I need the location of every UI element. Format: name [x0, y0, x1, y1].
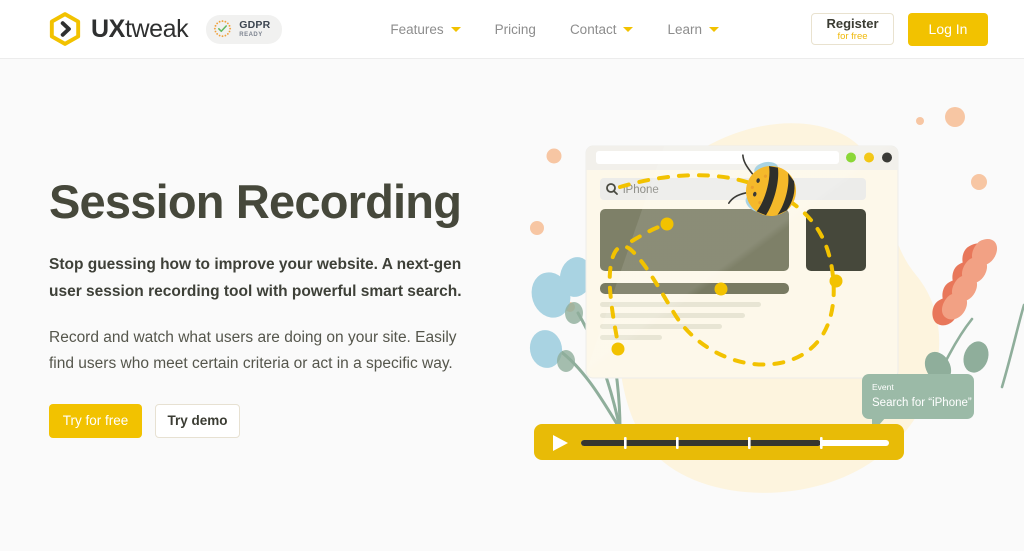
register-button[interactable]: Register for free	[811, 13, 894, 45]
brand-bold: UX	[91, 14, 125, 43]
try-for-free-button[interactable]: Try for free	[49, 403, 142, 438]
chevron-down-icon	[450, 26, 461, 32]
brand-regular: tweak	[124, 14, 189, 43]
nav-item-features[interactable]: Features	[390, 21, 461, 37]
nav-label: Contact	[569, 21, 617, 37]
gdpr-title: GDPR	[239, 19, 271, 32]
hero-illustration: iPhone Event Search for “iPhone”	[524, 99, 1024, 519]
session-player-bar[interactable]	[534, 424, 904, 460]
hero-body-text: Record and watch what users are doing on…	[49, 328, 457, 373]
hero-cta-row: Try for free Try demo	[49, 403, 489, 438]
nav-item-contact[interactable]: Contact	[570, 22, 634, 37]
gdpr-subtitle: READY	[239, 31, 263, 38]
chevron-down-icon	[709, 26, 719, 32]
nav-label: Learn	[667, 21, 702, 37]
gdpr-text: GDPR READY	[239, 20, 270, 38]
gdpr-check-ring-icon	[212, 19, 233, 40]
register-label: Register	[826, 15, 879, 31]
brand: UXtweak GDPR READY	[48, 12, 283, 46]
hexagon-chevron-logo-icon	[48, 12, 82, 46]
gdpr-ready-badge: GDPR READY	[206, 14, 283, 44]
hero-lead-text: Stop guessing how to improve your websit…	[49, 256, 462, 300]
page-title: Session Recording	[49, 175, 462, 228]
login-button[interactable]: Log In	[908, 12, 988, 46]
register-sublabel: for free	[837, 30, 868, 42]
logo-link[interactable]: UXtweak	[48, 12, 189, 46]
try-demo-button[interactable]: Try demo	[155, 403, 240, 438]
hero-copy: Session Recording Stop guessing how to i…	[49, 177, 489, 438]
tooltip-kicker: Event	[872, 382, 894, 392]
player-progress	[581, 440, 821, 446]
site-header: UXtweak GDPR READY Features Pricing Cont…	[0, 0, 1024, 59]
hero-section: Session Recording Stop guessing how to i…	[0, 59, 1024, 551]
tooltip-text: Search for “iPhone”	[872, 397, 972, 409]
main-navigation: Features Pricing Contact Learn	[390, 22, 719, 37]
header-actions: Register for free Log In	[811, 12, 988, 46]
brand-wordmark: UXtweak	[91, 14, 189, 43]
nav-label: Pricing	[494, 21, 536, 37]
chevron-down-icon	[623, 26, 634, 32]
nav-item-pricing[interactable]: Pricing	[495, 22, 536, 37]
nav-label: Features	[390, 21, 444, 37]
nav-item-learn[interactable]: Learn	[667, 22, 719, 37]
